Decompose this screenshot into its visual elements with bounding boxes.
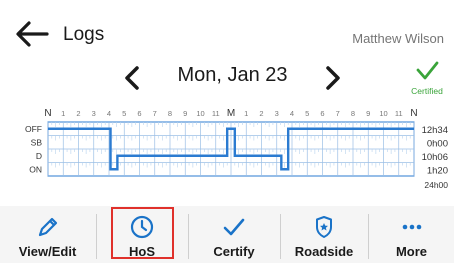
hour-label: 11 [395, 109, 403, 118]
hour-label: 3 [275, 109, 279, 118]
more-dots-icon [402, 224, 421, 230]
hour-label: 7 [153, 109, 157, 118]
hour-label: N [44, 108, 51, 119]
driver-name: Matthew Wilson [352, 31, 444, 46]
duty-status-graph: N 1 2 3 4 5 6 7 8 9 10 11 M 1 2 3 4 5 6 7 8 9 10 11 NOFFSBDON12h… [25, 108, 448, 190]
row-label: SB [31, 137, 43, 147]
roadside-label: Roadside [294, 244, 354, 259]
hour-label: N [410, 108, 417, 119]
row-label: D [36, 151, 42, 161]
view-edit-button[interactable]: View/Edit [0, 206, 95, 263]
app-header: Logs Matthew Wilson [0, 0, 454, 52]
hour-label: 3 [92, 109, 96, 118]
chevron-right-icon[interactable] [322, 64, 344, 92]
row-total: 12h34 [422, 125, 448, 136]
hour-label: 6 [137, 109, 141, 118]
back-arrow-icon[interactable] [14, 20, 50, 48]
row-total: 1h20 [427, 165, 448, 176]
hour-label: 9 [183, 109, 187, 118]
hour-label: 7 [336, 109, 340, 118]
more-button[interactable]: More [369, 206, 454, 263]
chevron-left-icon[interactable] [121, 64, 143, 92]
row-label: OFF [25, 124, 42, 134]
hour-label: 8 [168, 109, 172, 118]
hour-label: 1 [244, 109, 248, 118]
badge-star-icon [316, 216, 332, 238]
certified-label: Certified [411, 86, 443, 96]
hour-label: 1 [61, 109, 65, 118]
log-date: Mon, Jan 23 [177, 64, 288, 86]
hour-label: 10 [196, 109, 204, 118]
date-navigation: Mon, Jan 23 Certified [0, 56, 454, 104]
hour-label: 9 [366, 109, 370, 118]
hour-label: 8 [351, 109, 355, 118]
hour-label: M [227, 108, 235, 119]
hour-label: 4 [290, 109, 294, 118]
hour-label: 2 [259, 109, 263, 118]
bottom-toolbar: View/Edit HoS Certify Roadside More [0, 206, 454, 263]
certify-label: Certify [213, 244, 255, 259]
hour-label: 6 [320, 109, 324, 118]
row-total: 10h06 [422, 152, 448, 163]
certified-check-icon [416, 61, 439, 80]
hos-highlight-box [111, 207, 174, 259]
hour-label: 4 [107, 109, 111, 118]
hour-label: 5 [305, 109, 309, 118]
view-edit-label: View/Edit [18, 244, 77, 259]
hour-label: 10 [379, 109, 387, 118]
row-label: ON [29, 164, 42, 174]
hour-label: 11 [212, 109, 220, 118]
page-title: Logs [63, 24, 105, 45]
grand-total: 24h00 [424, 180, 448, 190]
more-label: More [395, 244, 428, 259]
hour-label: 5 [122, 109, 126, 118]
hour-label: 2 [76, 109, 80, 118]
certified-status: Certified [404, 58, 450, 102]
roadside-button[interactable]: Roadside [281, 206, 367, 263]
pencil-icon [38, 217, 57, 237]
check-icon [223, 218, 245, 236]
certify-button[interactable]: Certify [189, 206, 279, 263]
row-total: 0h00 [427, 138, 448, 149]
